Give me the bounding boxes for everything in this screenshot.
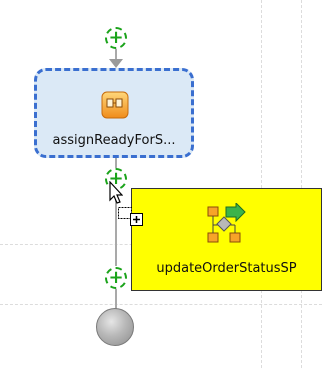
flow-connector <box>115 288 117 310</box>
mouse-pointer-icon <box>109 181 123 204</box>
assign-activity-icon <box>101 91 129 119</box>
add-activity-drop-point[interactable]: + <box>105 27 127 49</box>
drag-preview-tooltip: updateOrderStatusSP <box>131 188 322 291</box>
process-end-node[interactable] <box>96 308 134 346</box>
vertical-guide-line <box>261 0 262 368</box>
service-invoke-icon <box>206 201 246 245</box>
assign-activity-node[interactable]: assignReadyForS... <box>34 68 194 158</box>
drop-copy-badge-icon <box>118 207 143 226</box>
plus-icon: + <box>108 27 124 48</box>
vertical-guide-line <box>301 0 302 368</box>
tooltip-label: updateOrderStatusSP <box>156 261 297 276</box>
activity-label: assignReadyForS... <box>52 133 176 148</box>
add-activity-drop-point[interactable]: + <box>105 267 127 289</box>
plus-icon: + <box>108 267 124 288</box>
horizontal-guide-line <box>0 304 322 305</box>
bpel-design-canvas: + + + assignReadyForS... updateOrderStat… <box>0 0 322 368</box>
